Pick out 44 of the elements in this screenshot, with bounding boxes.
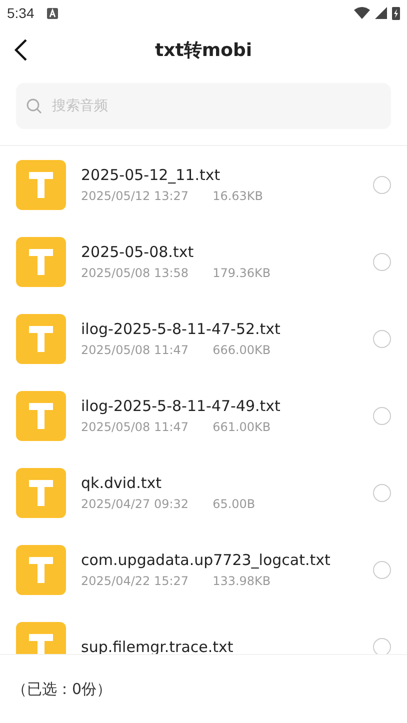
wifi-icon [354, 7, 370, 19]
file-name: ilog-2025-5-8-11-47-49.txt [81, 397, 282, 415]
file-size: 179.36KB [212, 266, 271, 280]
file-date: 2025/05/08 11:47 [81, 343, 189, 357]
status-time: 5:34 [7, 5, 34, 21]
file-row[interactable]: qk.dvid.txt 2025/04/27 09:32 65.00B [0, 454, 407, 531]
file-size: 133.98KB [212, 574, 271, 588]
txt-file-icon [16, 236, 66, 286]
file-date: 2025/05/12 13:27 [81, 189, 189, 203]
page-title: txt转mobi [155, 39, 252, 62]
file-name: 2025-05-12_11.txt [81, 166, 222, 184]
file-row[interactable]: com.upgadata.up7723_logcat.txt 2025/04/22 15:27 133.98KB [0, 531, 407, 608]
file-name: qk.dvid.txt [81, 474, 162, 492]
battery-icon [392, 6, 400, 20]
file-date: 2025/04/22 15:27 [81, 574, 189, 588]
file-date: 2025/05/08 13:58 [81, 266, 189, 280]
file-name: ilog-2025-5-8-11-47-52.txt [81, 320, 282, 338]
file-row[interactable]: ilog-2025-5-8-11-47-52.txt 2025/05/08 11:47 666.00KB [0, 300, 407, 377]
radio-button[interactable] [373, 484, 391, 502]
file-row[interactable]: 2025-05-08.txt 2025/05/08 13:58 179.36KB [0, 223, 407, 300]
radio-button[interactable] [373, 176, 391, 194]
txt-file-icon [16, 468, 66, 518]
radio-button[interactable] [373, 560, 391, 578]
file-date: 2025/05/08 11:47 [81, 420, 189, 434]
file-row[interactable]: ilog-2025-5-8-11-47-49.txt 2025/05/08 11:47 661.00KB [0, 377, 407, 454]
notification-icon [47, 8, 58, 18]
file-size: 65.00B [212, 497, 256, 511]
file-size: 666.00KB [212, 343, 271, 357]
file-size: 16.63KB [212, 189, 264, 203]
file-date: 2025/04/27 09:32 [81, 497, 189, 511]
radio-button[interactable] [373, 406, 391, 424]
file-size: 661.00KB [212, 420, 271, 434]
file-name: com.upgadata.up7723_logcat.txt [81, 551, 332, 569]
radio-button[interactable] [373, 330, 391, 348]
txt-file-icon [16, 390, 66, 440]
signal-icon [375, 7, 387, 19]
txt-file-icon [16, 160, 66, 210]
file-name: 2025-05-08.txt [81, 243, 195, 261]
txt-file-icon [16, 544, 66, 594]
radio-button[interactable] [373, 252, 391, 270]
txt-file-icon [16, 314, 66, 364]
file-row[interactable]: 2025-05-12_11.txt 2025/05/12 13:27 16.63KB [0, 146, 407, 223]
selection-count: （已选：0份） [12, 680, 112, 698]
search-icon [26, 98, 42, 114]
